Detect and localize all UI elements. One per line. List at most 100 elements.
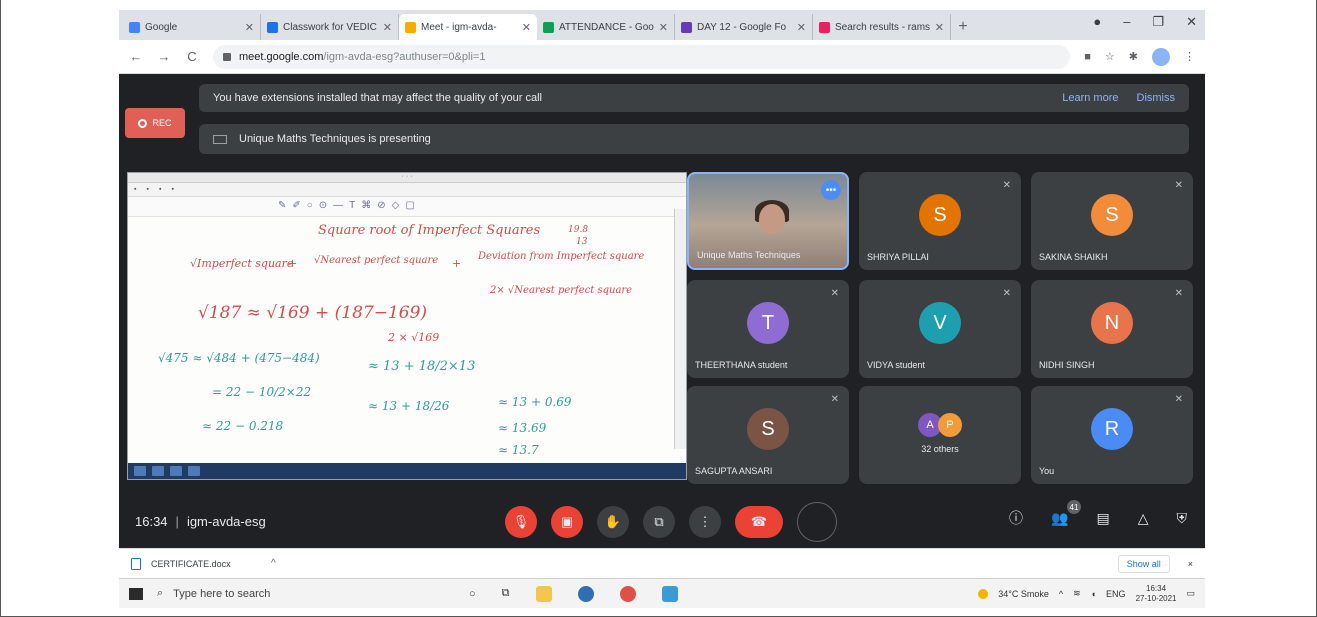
- shared-taskbar-app-icon: [170, 466, 182, 476]
- effects-button[interactable]: [797, 502, 837, 542]
- close-shelf-button[interactable]: ×: [1188, 559, 1193, 569]
- tab-meet[interactable]: Meet - igm-avda- ✕: [399, 14, 537, 40]
- chevron-up-icon[interactable]: ^: [271, 558, 276, 569]
- tab-classwork[interactable]: Classwork for VEDIC ✕: [261, 14, 399, 40]
- volume-icon[interactable]: ◖: [1091, 589, 1096, 599]
- participant-tile[interactable]: ✕ S SHRIYA PILLAI: [859, 172, 1021, 270]
- host-controls-icon[interactable]: ⛨: [1177, 510, 1188, 527]
- tab-attendance[interactable]: ATTENDANCE - Goo ✕: [537, 14, 675, 40]
- activities-icon[interactable]: △: [1138, 510, 1149, 527]
- search-icon: ⌕: [157, 587, 164, 599]
- new-tab-button[interactable]: +: [951, 14, 975, 40]
- participant-tile-presenter[interactable]: ••• Unique Maths Techniques: [687, 172, 849, 270]
- weather-text[interactable]: 34°C Smoke: [998, 589, 1049, 599]
- drive-favicon-icon: [543, 21, 554, 33]
- shared-taskbar-app-icon: [152, 466, 164, 476]
- tab-strip: Google ✕ Classwork for VEDIC ✕ Meet - ig…: [119, 10, 1205, 40]
- avatar: S: [919, 194, 961, 237]
- whiteboard-work-a: √475 ≈ √484 + (475−484): [158, 351, 320, 365]
- minimize-button[interactable]: –: [1123, 14, 1130, 30]
- raise-hand-button[interactable]: ✋: [597, 506, 629, 538]
- back-icon[interactable]: ←: [129, 49, 143, 64]
- meeting-info-icon[interactable]: ⓘ: [1009, 508, 1023, 528]
- close-tab-icon[interactable]: ✕: [383, 21, 392, 34]
- file-explorer-icon[interactable]: [535, 585, 552, 602]
- whiteboard-work-c: ≈ 22 − 0.218: [202, 419, 284, 433]
- chat-icon[interactable]: ▤: [1096, 510, 1109, 527]
- language-indicator[interactable]: ENG: [1106, 589, 1126, 599]
- url-input[interactable]: meet.google.com /igm-avda-esg?authuser=0…: [213, 44, 1071, 69]
- participant-tile[interactable]: ✕ N NIDHI SINGH: [1031, 280, 1193, 378]
- participant-tile[interactable]: ✕ S SAKINA SHAIKH: [1031, 172, 1193, 270]
- close-tab-icon[interactable]: ✕: [659, 21, 668, 34]
- search-placeholder: Type here to search: [173, 587, 271, 600]
- network-icon[interactable]: ≋: [1073, 588, 1081, 599]
- download-shelf: CERTIFICATE.docx ^ Show all ×: [119, 548, 1205, 578]
- notifications-icon[interactable]: ▭: [1186, 588, 1195, 599]
- meeting-controls-bar: 16:34 | igm-avda-esg 🎙 ▣ ✋ ⧉ ⋮ ☎ 41 ⓘ 👥 ▤ …: [119, 492, 1205, 548]
- app-icon[interactable]: [661, 585, 678, 602]
- camera-icon[interactable]: ■: [1084, 51, 1091, 63]
- mic-toggle-button[interactable]: 🎙: [505, 506, 537, 538]
- profile-avatar[interactable]: [1152, 47, 1170, 66]
- camera-toggle-button[interactable]: ▣: [551, 506, 583, 538]
- whiteboard-work-g: ≈ 13.69: [498, 421, 547, 435]
- others-count-label: 32 others: [921, 444, 959, 454]
- participant-name: SAGUPTA ANSARI: [695, 466, 773, 476]
- close-window-button[interactable]: ✕: [1186, 14, 1197, 30]
- close-tab-icon[interactable]: ✕: [935, 21, 944, 34]
- avatar: V: [919, 302, 961, 345]
- scanned-page: Google ✕ Classwork for VEDIC ✕ Meet - ig…: [0, 0, 1317, 617]
- whiteboard-heading: Square root of Imperfect Squares: [318, 223, 541, 238]
- windows-start-icon[interactable]: [129, 587, 143, 600]
- learn-more-link[interactable]: Learn more: [1062, 92, 1118, 104]
- chrome-icon[interactable]: [619, 585, 636, 602]
- meeting-details: 16:34 | igm-avda-esg: [135, 514, 266, 529]
- meeting-time: 16:34: [135, 514, 168, 529]
- meet-stage: You have extensions installed that may a…: [119, 74, 1205, 548]
- more-options-button[interactable]: ⋮: [689, 506, 721, 538]
- extensions-icon[interactable]: ✱: [1129, 50, 1138, 63]
- participant-tile[interactable]: ✕ V VIDYA student: [859, 280, 1021, 378]
- whiteboard-work-e: ≈ 13 + 18/26: [368, 399, 450, 413]
- present-now-button[interactable]: ⧉: [643, 506, 675, 538]
- participant-name: THEERTHANA student: [695, 360, 788, 370]
- shared-app-sidebar: [674, 209, 686, 449]
- leave-call-button[interactable]: ☎: [735, 506, 783, 538]
- avatar: S: [747, 408, 789, 451]
- more-options-icon[interactable]: •••: [821, 180, 841, 200]
- dismiss-button[interactable]: Dismiss: [1137, 92, 1176, 104]
- task-view-icon[interactable]: ⧉: [502, 587, 510, 600]
- reload-icon[interactable]: C: [185, 49, 199, 64]
- participant-tile-others[interactable]: A P 32 others: [859, 386, 1021, 484]
- app-icon[interactable]: [577, 585, 594, 602]
- forward-icon[interactable]: →: [157, 49, 171, 64]
- close-tab-icon[interactable]: ✕: [245, 21, 254, 34]
- participant-tile[interactable]: ✕ S SAGUPTA ANSARI: [687, 386, 849, 484]
- chevron-up-icon[interactable]: ^: [1059, 589, 1063, 599]
- tab-search-results[interactable]: Search results - rams ✕: [813, 14, 951, 40]
- bookmark-star-icon[interactable]: ☆: [1105, 50, 1115, 63]
- taskbar-search[interactable]: ⌕ Type here to search: [157, 587, 457, 600]
- avatar: T: [747, 302, 789, 345]
- close-tab-icon[interactable]: ✕: [797, 21, 806, 34]
- participant-tile[interactable]: ✕ T THEERTHANA student: [687, 280, 849, 378]
- recording-badge[interactable]: REC: [125, 108, 185, 138]
- people-icon[interactable]: 👥: [1051, 510, 1068, 527]
- download-file-name[interactable]: CERTIFICATE.docx: [151, 559, 271, 569]
- whiteboard-work-f: ≈ 13 + 0.69: [498, 395, 572, 409]
- show-all-button[interactable]: Show all: [1117, 554, 1170, 573]
- whiteboard-formula-left: √Imperfect square: [190, 257, 294, 270]
- tab-day12-form[interactable]: DAY 12 - Google Fo ✕: [675, 14, 813, 40]
- browser-menu-icon[interactable]: ⋮: [1184, 50, 1195, 63]
- maximize-button[interactable]: ❐: [1152, 14, 1164, 30]
- participant-name: NIDHI SINGH: [1039, 360, 1095, 370]
- notice-text: You have extensions installed that may a…: [213, 92, 542, 104]
- tab-google[interactable]: Google ✕: [123, 14, 261, 40]
- toolbar-icons: ■ ☆ ✱ ⋮: [1084, 47, 1195, 66]
- close-tab-icon[interactable]: ✕: [522, 21, 531, 34]
- participant-tile-self[interactable]: ✕ R You: [1031, 386, 1193, 484]
- cortana-icon[interactable]: ○: [469, 588, 476, 600]
- taskbar-clock[interactable]: 16:34 27-10-2021: [1136, 584, 1177, 604]
- side-panel-controls: ⓘ 👥 ▤ △ ⛨: [1009, 508, 1187, 528]
